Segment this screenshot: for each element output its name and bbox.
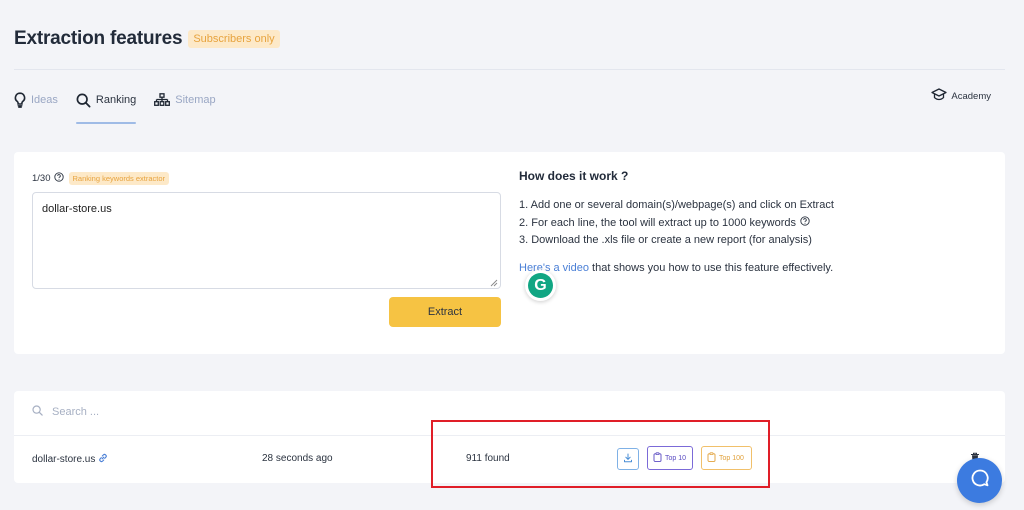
how-it-works: How does it work ? 1. Add one or several… xyxy=(519,169,834,274)
extract-button[interactable]: Extract xyxy=(389,297,501,327)
domains-textarea[interactable]: dollar-store.us xyxy=(32,192,501,289)
tab-ranking-label: Ranking xyxy=(95,94,137,106)
sitemap-icon xyxy=(154,93,171,107)
how-title: How does it work ? xyxy=(519,169,629,183)
search-input[interactable]: Search ... xyxy=(52,406,99,418)
help-icon[interactable] xyxy=(800,215,810,233)
step-item: 3. Download the .xls file or create a ne… xyxy=(519,234,812,246)
highlight-box xyxy=(431,420,770,488)
tab-sitemap-label: Sitemap xyxy=(175,94,216,106)
chat-icon xyxy=(970,468,990,493)
lightbulb-icon xyxy=(14,92,26,108)
help-icon[interactable] xyxy=(53,172,64,185)
row-domain: dollar-store.us xyxy=(32,453,108,466)
search-icon xyxy=(76,93,91,108)
header-divider xyxy=(14,69,1005,70)
academy-label: Academy xyxy=(951,90,991,102)
tab-ideas[interactable]: Ideas xyxy=(14,86,58,124)
feature-tabs: Ideas Ranking Sitemap xyxy=(14,86,216,124)
usage-counter: 1/30 xyxy=(32,173,51,184)
chat-button[interactable] xyxy=(957,458,1002,503)
graduation-cap-icon xyxy=(931,88,951,104)
step-item: 2. For each line, the tool will extract … xyxy=(519,215,834,233)
row-time: 28 seconds ago xyxy=(262,453,333,464)
academy-link[interactable]: Academy xyxy=(931,88,991,104)
page-title: Extraction features xyxy=(14,28,183,49)
grammarly-icon[interactable]: G xyxy=(525,270,556,301)
tab-sitemap[interactable]: Sitemap xyxy=(154,86,216,124)
step-item: 1. Add one or several domain(s)/webpage(… xyxy=(519,199,834,211)
search-bar[interactable]: Search ... xyxy=(32,405,99,419)
extractor-counter: 1/30 Ranking keywords extractor xyxy=(32,172,170,185)
tab-ranking[interactable]: Ranking xyxy=(75,86,137,124)
extractor-card: 1/30 Ranking keywords extractor dollar-s… xyxy=(14,152,1005,354)
video-link[interactable]: Here's a video xyxy=(519,262,589,274)
resize-handle-icon[interactable] xyxy=(490,278,498,287)
page-header: Extraction features Subscribers only xyxy=(14,28,280,50)
textarea-value: dollar-store.us xyxy=(42,203,112,215)
tab-ideas-label: Ideas xyxy=(31,94,58,106)
link-icon[interactable] xyxy=(95,453,108,466)
tool-chip: Ranking keywords extractor xyxy=(68,172,170,185)
search-icon xyxy=(32,405,52,419)
video-text: that shows you how to use this feature e… xyxy=(588,261,834,274)
how-steps: 1. Add one or several domain(s)/webpage(… xyxy=(519,197,834,250)
video-line: Here's a video that shows you how to use… xyxy=(519,262,834,274)
subscribers-badge: Subscribers only xyxy=(188,30,280,48)
